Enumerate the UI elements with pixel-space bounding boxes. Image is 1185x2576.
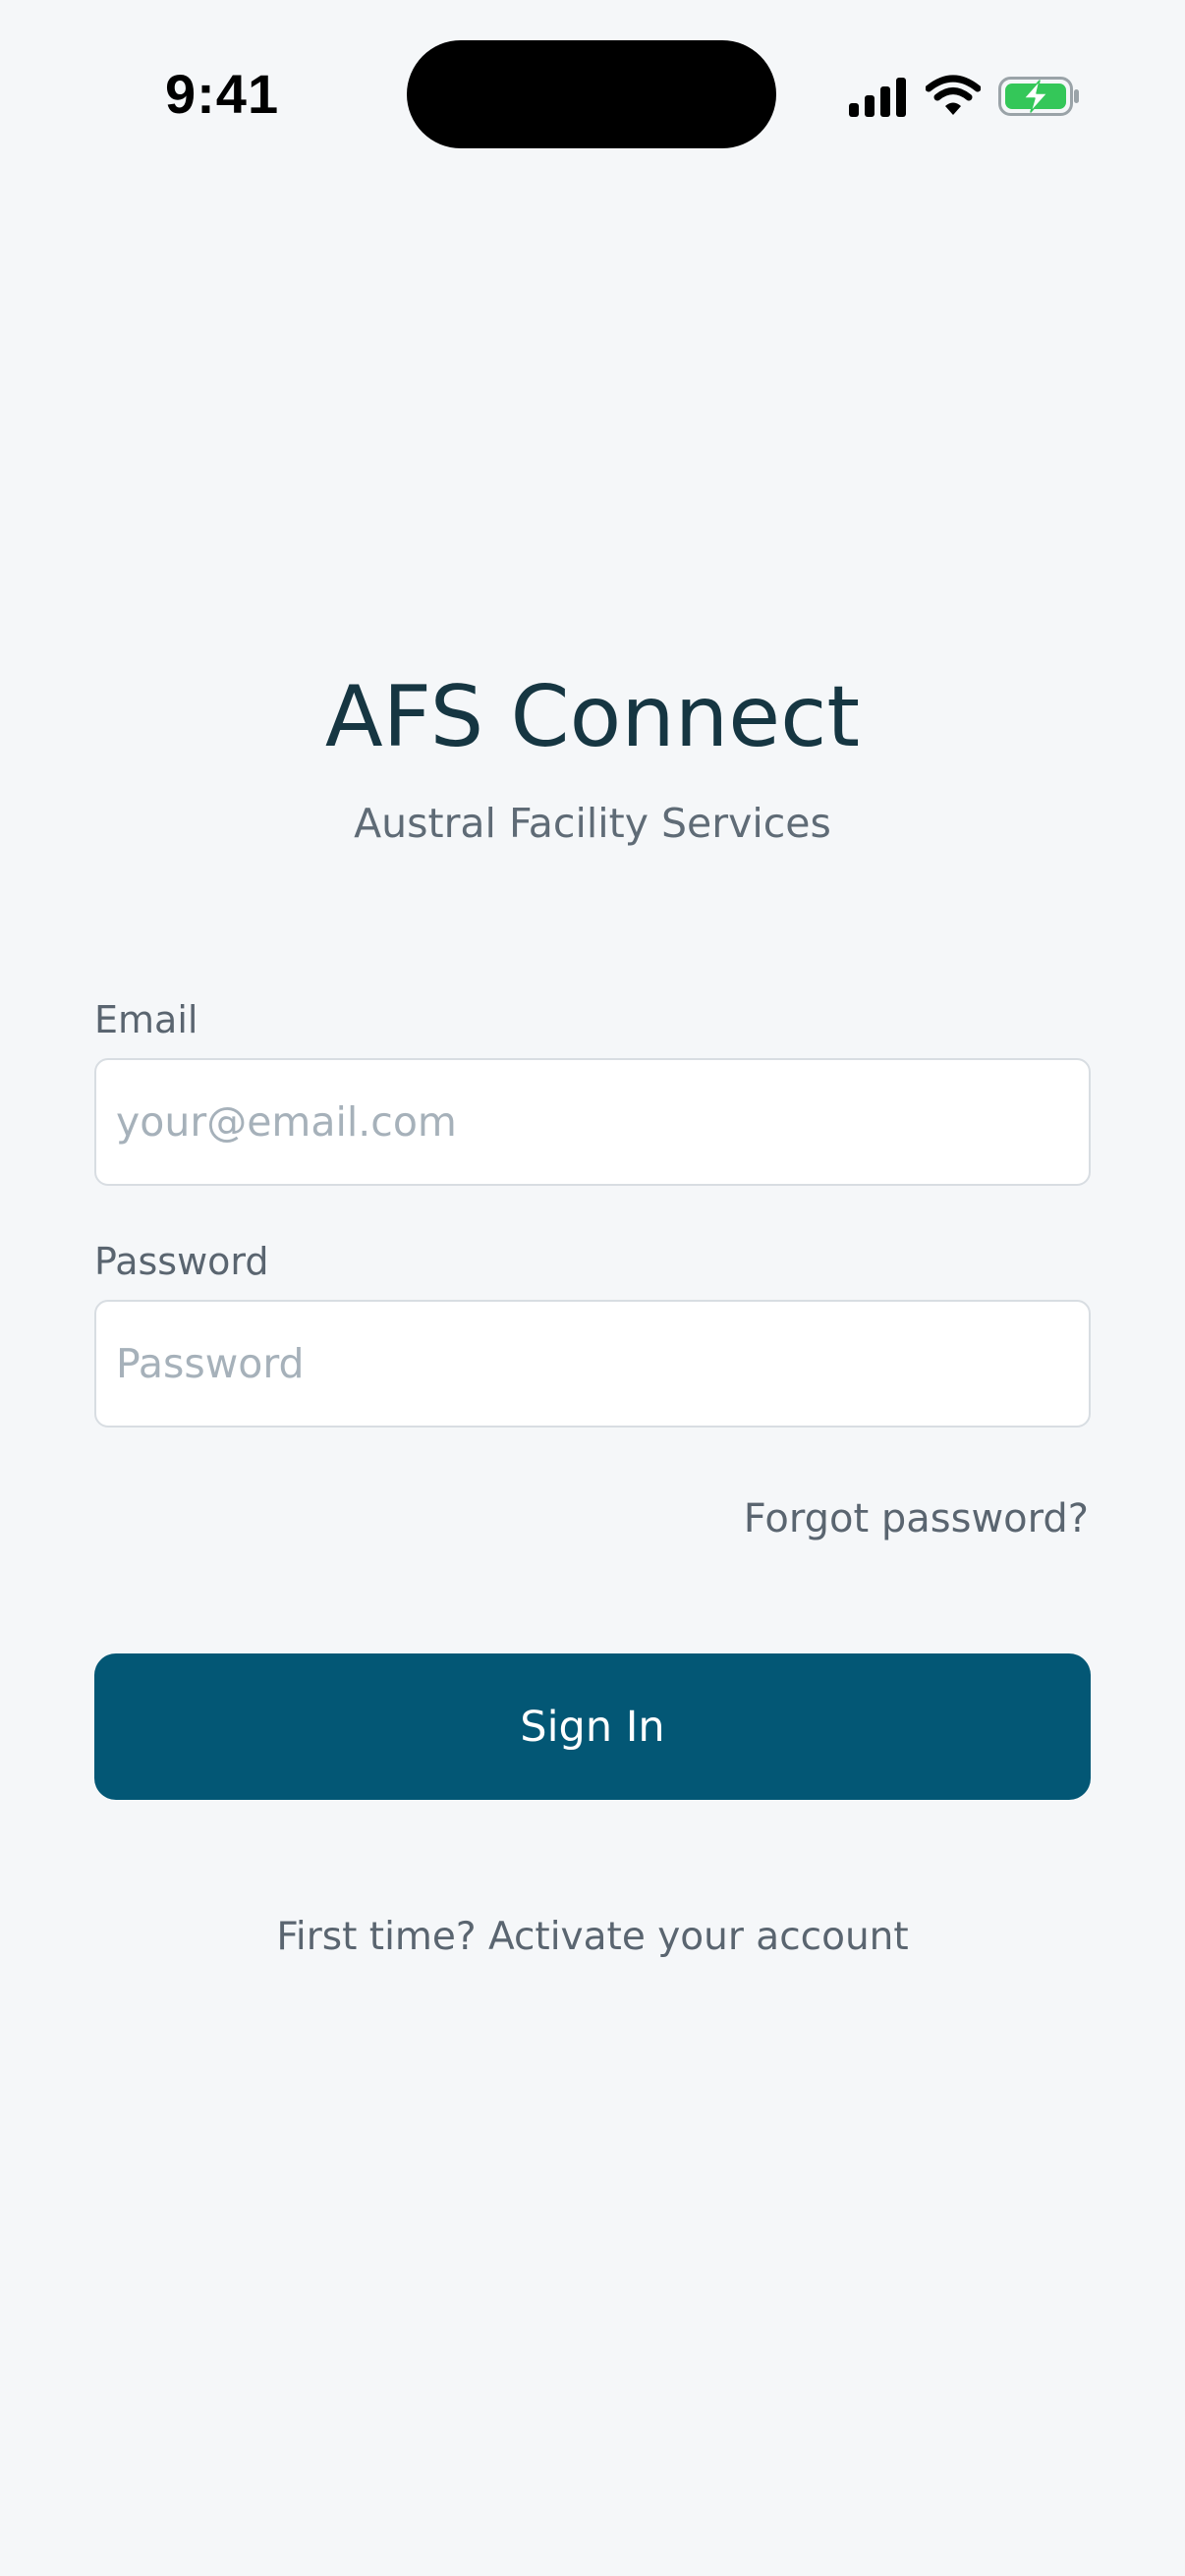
- email-input[interactable]: [94, 1058, 1091, 1186]
- forgot-password-link[interactable]: Forgot password?: [744, 1487, 1089, 1550]
- battery-charging-icon: [998, 77, 1079, 116]
- password-input[interactable]: [94, 1300, 1091, 1428]
- email-label: Email: [94, 998, 198, 1041]
- password-label: Password: [94, 1240, 269, 1283]
- status-time: 9:41: [165, 63, 280, 125]
- signal-icon: [849, 78, 906, 117]
- app-title: AFS Connect: [324, 668, 861, 766]
- app-subtitle: Austral Facility Services: [354, 800, 831, 847]
- wifi-icon: [926, 75, 981, 115]
- dynamic-island: [407, 40, 776, 148]
- sign-in-button[interactable]: Sign In: [94, 1653, 1091, 1800]
- status-bar: 9:41: [0, 0, 1185, 187]
- activate-account-link[interactable]: First time? Activate your account: [0, 1906, 1185, 1969]
